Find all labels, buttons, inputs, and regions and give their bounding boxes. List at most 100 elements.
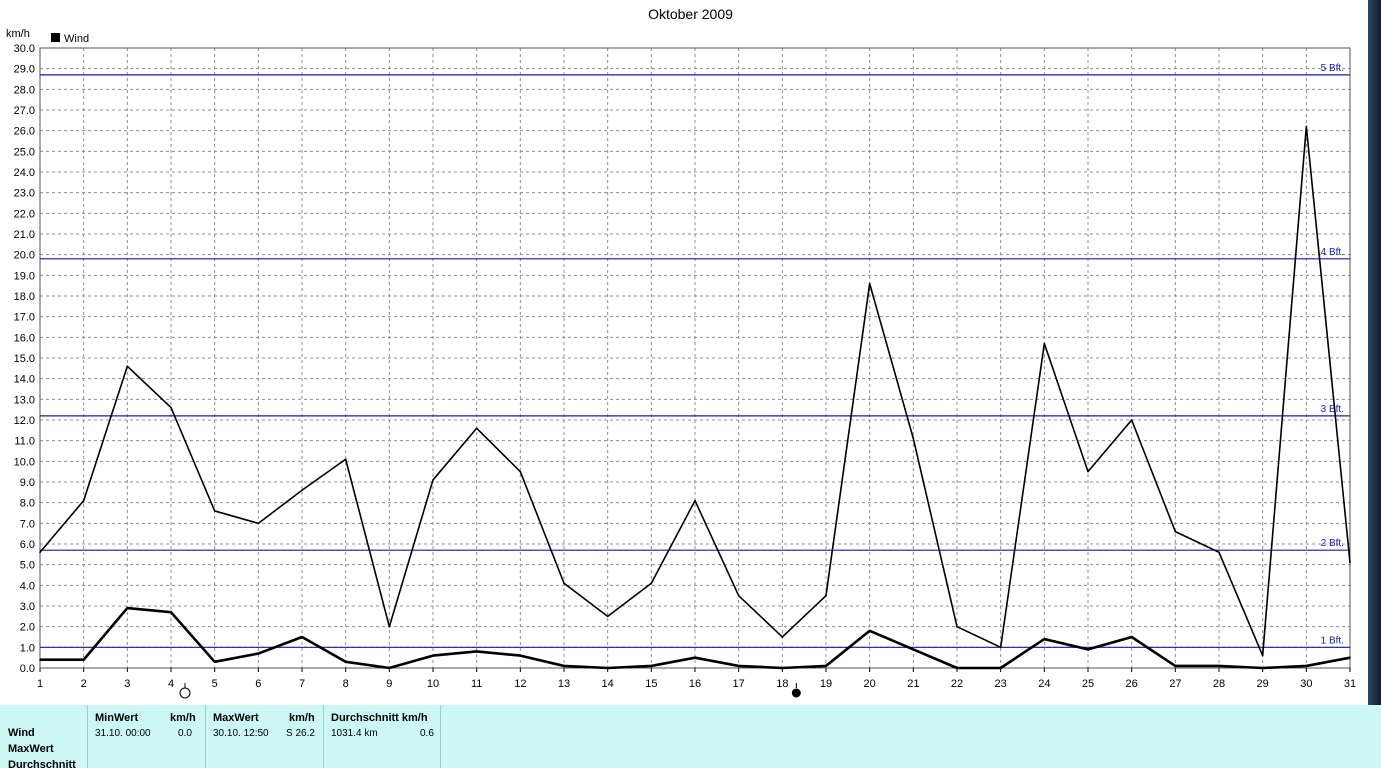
- avg-value: 0.6: [420, 728, 434, 739]
- max-column: MaxWert km/h 30.10. 12:50 S 26.2: [205, 705, 323, 768]
- data-point: [213, 510, 216, 512]
- x-tick-label: 9: [386, 678, 392, 690]
- y-tick-label: 16.0: [14, 332, 35, 344]
- data-point: [519, 470, 522, 473]
- data-point: [825, 594, 827, 597]
- data-point: [1043, 342, 1046, 345]
- data-point: [82, 658, 85, 661]
- y-tick-label: 13.0: [14, 394, 35, 406]
- x-tick-label: 20: [864, 678, 876, 690]
- max-value: S 26.2: [286, 728, 315, 739]
- y-tick-label: 22.0: [14, 208, 35, 220]
- beaufort-label: 1 Bft.: [1321, 635, 1344, 646]
- new-moon-icon: [791, 688, 801, 698]
- y-tick-label: 2.0: [20, 622, 35, 634]
- y-tick-label: 12.0: [14, 415, 35, 427]
- data-point: [301, 489, 303, 492]
- y-tick-label: 25.0: [14, 146, 35, 158]
- avg-distance: 1031.4 km: [331, 728, 378, 739]
- y-tick-label: 21.0: [14, 229, 35, 241]
- y-tick-label: 26.0: [14, 126, 35, 138]
- x-tick-label: 28: [1213, 678, 1225, 690]
- y-tick-label: 23.0: [14, 188, 35, 200]
- min-date: 31.10. 00:00: [95, 728, 151, 739]
- y-tick-label: 15.0: [14, 353, 35, 365]
- y-axis-label: km/h: [6, 28, 30, 40]
- min-unit: km/h: [170, 712, 196, 724]
- data-point: [694, 499, 696, 502]
- x-tick-label: 29: [1257, 678, 1269, 690]
- min-column: MinWert km/h 31.10. 00:00 0.0: [87, 705, 206, 768]
- x-tick-label: 24: [1038, 678, 1050, 690]
- data-point: [432, 479, 434, 481]
- y-tick-label: 30.0: [14, 43, 35, 55]
- beaufort-label: 3 Bft.: [1321, 404, 1344, 415]
- max-unit: km/h: [289, 712, 315, 724]
- stats-divider: [440, 705, 442, 768]
- data-point: [1174, 665, 1177, 667]
- x-tick-label: 17: [733, 678, 745, 690]
- x-tick-label: 27: [1169, 678, 1181, 690]
- beaufort-label: 2 Bft.: [1321, 538, 1344, 549]
- data-point: [213, 661, 216, 663]
- data-point: [39, 551, 41, 554]
- x-tick-label: 25: [1082, 678, 1094, 690]
- x-tick-label: 8: [343, 678, 349, 690]
- beaufort-label: 5 Bft.: [1321, 63, 1344, 74]
- y-tick-label: 4.0: [20, 580, 35, 592]
- beaufort-label: 4 Bft.: [1321, 247, 1344, 258]
- y-tick-label: 17.0: [14, 312, 35, 324]
- data-point: [344, 661, 347, 663]
- x-tick-label: 18: [776, 678, 788, 690]
- x-tick-label: 1: [37, 678, 43, 690]
- x-tick-label: 14: [602, 678, 614, 690]
- y-tick-label: 3.0: [20, 601, 35, 613]
- data-point: [126, 607, 129, 609]
- wind-line-chart: 0.01.02.03.04.05.06.07.08.09.010.011.012…: [6, 28, 1356, 699]
- data-point: [170, 611, 172, 613]
- data-point: [737, 594, 740, 597]
- x-tick-label: 22: [951, 678, 963, 690]
- y-tick-label: 11.0: [14, 436, 35, 448]
- x-tick-label: 19: [820, 678, 832, 690]
- y-tick-label: 7.0: [20, 518, 35, 530]
- max-date: 30.10. 12:50: [213, 728, 269, 739]
- y-tick-label: 5.0: [20, 560, 35, 572]
- window-edge: [1368, 0, 1381, 705]
- data-point: [606, 667, 609, 669]
- x-tick-label: 6: [255, 678, 261, 690]
- y-tick-label: 10.0: [14, 456, 35, 468]
- x-tick-label: 13: [558, 678, 570, 690]
- min-header: MinWert: [95, 712, 139, 724]
- data-point: [650, 582, 653, 585]
- data-point: [1261, 654, 1264, 657]
- y-tick-label: 24.0: [14, 167, 35, 179]
- data-point: [1305, 665, 1308, 667]
- data-point: [388, 667, 391, 669]
- x-tick-label: 11: [471, 678, 482, 690]
- min-value: 0.0: [178, 728, 192, 739]
- statistics-panel: Wind MaxWert Durchschnitt MinWert km/h 3…: [0, 705, 1381, 771]
- x-tick-label: 4: [168, 678, 174, 690]
- stats-row-label-max: MaxWert: [8, 743, 54, 755]
- data-point: [170, 406, 172, 409]
- data-point: [82, 499, 85, 502]
- data-point: [475, 427, 478, 430]
- data-point: [388, 625, 391, 628]
- legend-label: Wind: [64, 33, 89, 45]
- data-point: [606, 615, 609, 618]
- y-tick-label: 0.0: [20, 663, 35, 675]
- data-point: [1349, 561, 1351, 564]
- data-point: [519, 654, 522, 657]
- data-point: [344, 458, 347, 461]
- data-point: [1305, 125, 1308, 128]
- data-point: [1130, 419, 1133, 421]
- y-tick-label: 28.0: [14, 84, 35, 96]
- x-tick-label: 15: [645, 678, 657, 690]
- y-tick-label: 8.0: [20, 498, 35, 510]
- data-point: [1174, 530, 1177, 533]
- data-point: [825, 665, 827, 667]
- data-point: [1349, 656, 1351, 659]
- y-tick-label: 20.0: [14, 250, 35, 262]
- x-tick-label: 16: [689, 678, 701, 690]
